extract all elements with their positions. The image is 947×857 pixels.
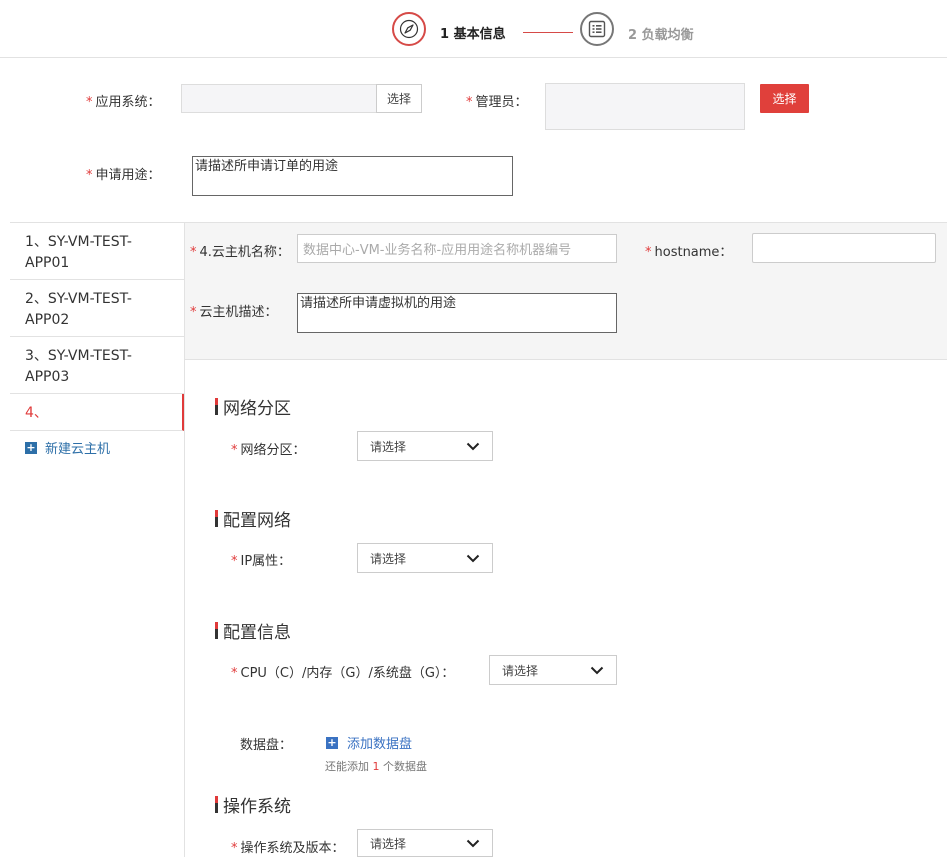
vm-item-2-line2: APP02 <box>25 312 70 328</box>
vm-item-2[interactable]: 2、SY-VM-TEST- APP02 <box>10 280 184 337</box>
config-info-title-text: 配置信息 <box>223 623 291 643</box>
chevron-down-icon <box>590 666 604 674</box>
os-select[interactable]: 请选择 <box>357 829 493 857</box>
vm-desc-label-text: 云主机描述： <box>199 305 278 320</box>
compass-icon <box>399 19 419 39</box>
disk-note-prefix: 还能添加 <box>325 760 369 773</box>
section-marker <box>215 510 218 527</box>
vm-item-1[interactable]: 1、SY-VM-TEST- APP01 <box>10 222 184 280</box>
vm-desc-label: * 云主机描述： <box>190 305 278 320</box>
os-label: * 操作系统及版本： <box>231 841 345 856</box>
new-vm-label: 新建云主机 <box>45 442 111 457</box>
section-marker <box>215 796 218 813</box>
vm-name-label: * 4.云主机名称： <box>190 245 290 260</box>
app-system-input[interactable] <box>181 84 377 113</box>
vm-item-4[interactable]: 4、 <box>10 394 184 431</box>
vm-item-1-line2: APP01 <box>25 255 70 271</box>
data-disk-label: 数据盘： <box>240 738 293 753</box>
data-disk-note: 还能添加 1 个数据盘 <box>325 758 427 774</box>
new-vm-button[interactable]: + 新建云主机 <box>25 438 110 457</box>
section-marker <box>215 398 218 415</box>
plus-icon: + <box>326 735 338 749</box>
purpose-label-text: 申请用途： <box>95 168 161 183</box>
vm-name-input[interactable]: 数据中心-VM-业务名称-应用用途名称机器编号 <box>297 234 617 263</box>
step-2-label[interactable]: 2 负载均衡 <box>628 24 694 43</box>
purpose-textarea[interactable]: 请描述所申请订单的用途 <box>192 156 513 196</box>
step-1-label[interactable]: 1 基本信息 <box>440 23 506 42</box>
os-select-value: 请选择 <box>370 836 407 851</box>
vm-item-3[interactable]: 3、SY-VM-TEST- APP03 <box>10 337 184 394</box>
network-zone-select[interactable]: 请选择 <box>357 431 493 461</box>
section-marker <box>215 622 218 639</box>
app-system-select-button[interactable]: 选择 <box>376 84 422 113</box>
step-2-circle[interactable] <box>580 12 614 46</box>
network-config-title: 配置网络 <box>215 506 291 531</box>
hostname-label: * hostname： <box>645 245 733 260</box>
spec-select-value: 请选择 <box>502 663 539 678</box>
disk-note-suffix: 个数据盘 <box>383 760 427 773</box>
hostname-label-text: hostname： <box>654 245 733 260</box>
os-title: 操作系统 <box>215 792 291 817</box>
step-1-circle[interactable] <box>392 12 426 46</box>
chevron-down-icon <box>466 839 480 847</box>
add-data-disk-label: 添加数据盘 <box>347 737 413 752</box>
network-zone-label: * 网络分区： <box>231 443 306 458</box>
admin-select-button[interactable]: 选择 <box>760 84 809 113</box>
plus-icon: + <box>25 440 37 454</box>
list-icon <box>588 20 606 38</box>
ip-attr-label-text: IP属性： <box>240 554 292 569</box>
spec-label-text: CPU（C）/内存（G）/系统盘（G）： <box>240 666 455 681</box>
vm-item-3-line2: APP03 <box>25 369 70 385</box>
config-info-title: 配置信息 <box>215 618 291 643</box>
network-config-title-text: 配置网络 <box>223 511 291 531</box>
network-zone-title: 网络分区 <box>215 394 291 419</box>
network-zone-label-text: 网络分区： <box>240 443 306 458</box>
os-title-text: 操作系统 <box>223 797 291 817</box>
vm-item-1-line1: 1、SY-VM-TEST- <box>25 234 132 250</box>
ip-attr-select[interactable]: 请选择 <box>357 543 493 573</box>
network-zone-title-text: 网络分区 <box>223 399 291 419</box>
step-connector <box>523 32 573 33</box>
spec-label: * CPU（C）/内存（G）/系统盘（G）： <box>231 666 455 681</box>
app-system-label-text: 应用系统： <box>95 95 161 110</box>
os-label-text: 操作系统及版本： <box>240 841 345 856</box>
network-zone-select-value: 请选择 <box>370 439 407 454</box>
admin-input[interactable] <box>545 83 745 130</box>
hostname-input[interactable] <box>752 233 936 263</box>
admin-label-text: 管理员： <box>475 95 528 110</box>
vm-name-label-text: 4.云主机名称： <box>199 245 290 260</box>
chevron-down-icon <box>466 554 480 562</box>
ip-attr-label: * IP属性： <box>231 554 292 569</box>
vm-item-3-line1: 3、SY-VM-TEST- <box>25 348 132 364</box>
spec-select[interactable]: 请选择 <box>489 655 617 685</box>
vm-item-4-line1: 4、 <box>25 405 48 421</box>
add-data-disk-button[interactable]: + 添加数据盘 <box>326 733 412 752</box>
vm-desc-textarea[interactable]: 请描述所申请虚拟机的用途 <box>297 293 617 333</box>
app-system-label: * 应用系统： <box>86 95 161 110</box>
disk-note-count: 1 <box>372 760 380 773</box>
chevron-down-icon <box>466 442 480 450</box>
admin-label: * 管理员： <box>466 95 528 110</box>
vm-item-2-line1: 2、SY-VM-TEST- <box>25 291 132 307</box>
ip-attr-select-value: 请选择 <box>370 551 407 566</box>
purpose-label: * 申请用途： <box>86 168 161 183</box>
